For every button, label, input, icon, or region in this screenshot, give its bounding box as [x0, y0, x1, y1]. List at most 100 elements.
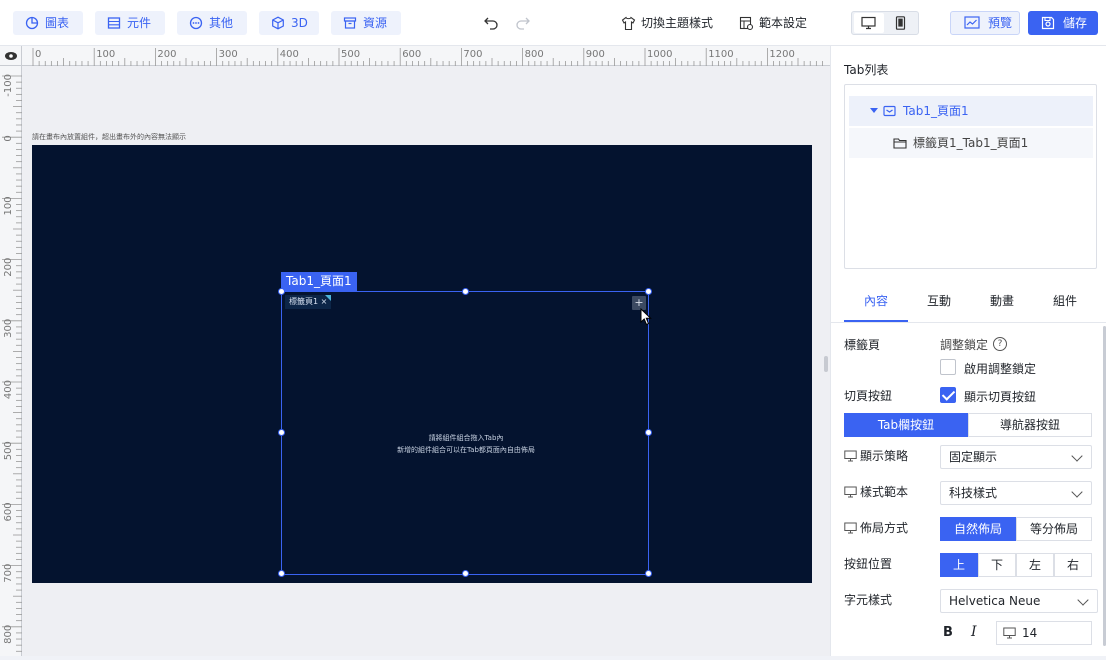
- bold-button[interactable]: B: [943, 625, 953, 640]
- resource-button-label: 資源: [363, 16, 388, 30]
- resize-handle-top-right[interactable]: [645, 288, 652, 295]
- canvas-area[interactable]: 請在畫布內放置組件，超出畫布外的內容無法顯示 Tab1_頁面1 標籤頁1 × +…: [22, 66, 830, 656]
- font-family-select[interactable]: Helvetica Neue: [940, 589, 1098, 613]
- ruler-label: 800: [3, 625, 14, 644]
- layout-equal-button[interactable]: 等分佈局: [1016, 517, 1092, 541]
- chart-button[interactable]: 圖表: [13, 11, 83, 35]
- canvas-hint: 請在畫布內放置組件，超出畫布外的內容無法顯示: [32, 133, 186, 141]
- navigator-button-type[interactable]: 導航器按鈕: [968, 413, 1092, 437]
- save-label: 儲存: [1063, 16, 1088, 30]
- cube-icon: [272, 16, 284, 30]
- chart-button-label: 圖表: [45, 16, 70, 30]
- horizontal-ruler-ticks: 0 100 200 300 400 500 600 700 800 900 1000 1100 1200: [32, 48, 823, 66]
- ruler-label: 700: [3, 564, 14, 583]
- undo-icon[interactable]: [483, 14, 499, 30]
- tree-item-tab1[interactable]: Tab1_頁面1: [849, 96, 1093, 126]
- shirt-icon: [621, 16, 636, 31]
- table-icon: [107, 17, 121, 29]
- tab-corner-mark: [325, 295, 332, 301]
- resize-handle-top-left[interactable]: [278, 288, 285, 295]
- 3d-button[interactable]: 3D: [259, 11, 319, 35]
- position-top-button[interactable]: 上: [940, 553, 978, 577]
- 3d-button-label: 3D: [291, 16, 308, 30]
- ruler-corner[interactable]: [0, 46, 22, 66]
- ruler-label: 400: [3, 380, 14, 399]
- theme-switch-button[interactable]: 切換主題樣式: [621, 12, 713, 34]
- layout-natural-button[interactable]: 自然佈局: [940, 517, 1016, 541]
- position-left-button[interactable]: 左: [1016, 553, 1054, 577]
- resize-handle-top[interactable]: [462, 288, 469, 295]
- resize-handle-bottom-right[interactable]: [645, 570, 652, 577]
- tab-content[interactable]: 內容: [844, 285, 908, 322]
- folder-icon: [893, 138, 907, 149]
- tablist-title: Tab列表: [844, 63, 889, 77]
- more-circle-icon: [189, 16, 203, 30]
- resource-button[interactable]: 資源: [331, 11, 401, 35]
- tree-item-tab1-label: Tab1_頁面1: [903, 104, 969, 118]
- component-button[interactable]: 元件: [95, 11, 165, 35]
- layout-label: 佈局方式: [860, 521, 909, 535]
- panel-splitter[interactable]: [824, 356, 828, 372]
- monitor-small-icon: [844, 486, 857, 498]
- ruler-label: 600: [402, 49, 421, 60]
- chart-preview-icon: [964, 16, 980, 29]
- position-bottom-button[interactable]: 下: [978, 553, 1016, 577]
- ruler-label: 600: [3, 502, 14, 521]
- empty-tab-hint-line2: 新增的組件組合可以在Tab都頁面內自由佈局: [397, 446, 535, 454]
- ruler-label: 900: [586, 49, 605, 60]
- preview-button[interactable]: 預覽: [950, 11, 1020, 35]
- other-button[interactable]: 其他: [177, 11, 247, 35]
- help-icon[interactable]: ?: [993, 337, 1007, 351]
- style-template-select[interactable]: 科技樣式: [940, 481, 1092, 505]
- caret-down-icon[interactable]: [870, 108, 878, 113]
- template-settings-button[interactable]: 範本設定: [739, 12, 807, 34]
- ruler-label: 200: [157, 49, 176, 60]
- tabpage-label: 標籤頁: [844, 338, 881, 352]
- ruler-label: 800: [525, 49, 544, 60]
- horizontal-ruler: 0 100 200 300 400 500 600 700 800 900 1000 1100 1200: [22, 46, 830, 66]
- save-button[interactable]: 儲存: [1028, 11, 1098, 35]
- resize-handle-bottom-left[interactable]: [278, 570, 285, 577]
- tab-animation[interactable]: 動畫: [970, 285, 1034, 322]
- font-family-value: Helvetica Neue: [949, 594, 1041, 608]
- top-toolbar: 圖表 元件 其他 3D 資源 切換主題樣式 範本設定 預覽 儲存: [0, 0, 1106, 46]
- phone-icon: [895, 16, 906, 30]
- font-size-value: 14: [1022, 626, 1038, 640]
- redo-icon[interactable]: [515, 14, 531, 30]
- resize-handle-left[interactable]: [278, 429, 285, 436]
- resize-handle-bottom[interactable]: [462, 570, 469, 577]
- position-right-button[interactable]: 右: [1054, 553, 1092, 577]
- enable-adjust-lock-checkbox[interactable]: [940, 359, 956, 375]
- resize-handle-right[interactable]: [645, 429, 652, 436]
- inner-tab-page[interactable]: 標籤頁1 ×: [285, 295, 332, 309]
- tab-component-label[interactable]: Tab1_頁面1: [281, 272, 357, 291]
- ruler-label: 1000: [647, 49, 672, 60]
- tree-item-tabpage1[interactable]: 標籤頁1_Tab1_頁面1: [849, 128, 1093, 158]
- vertical-ruler: -100 0 100 200 300 400 500 600 700 800: [0, 66, 22, 656]
- tree-item-tabpage1-label: 標籤頁1_Tab1_頁面1: [913, 136, 1029, 150]
- show-page-button-checkbox[interactable]: [940, 387, 956, 403]
- preview-label: 預覽: [988, 16, 1013, 30]
- display-strategy-row-label: 顯示策略: [844, 447, 908, 464]
- italic-button[interactable]: I: [971, 624, 977, 640]
- ruler-label: 100: [96, 49, 115, 60]
- style-template-value: 科技樣式: [949, 486, 998, 500]
- ruler-label: 1100: [708, 49, 733, 60]
- tab-component[interactable]: 標籤頁1 × + 請將組件組合拖入Tab內 新增的組件組合可以在Tab都頁面內自…: [278, 288, 652, 577]
- template-gear-icon: [739, 16, 754, 31]
- font-size-input[interactable]: 14: [996, 621, 1092, 645]
- ruler-label: 700: [463, 49, 482, 60]
- mobile-view-button[interactable]: [886, 13, 916, 33]
- show-page-button-label: 顯示切頁按鈕: [964, 390, 1037, 404]
- ruler-label: 0: [3, 135, 14, 141]
- canvas-stage[interactable]: Tab1_頁面1 標籤頁1 × + 請將組件組合拖入Tab內 新增的組件組合可以…: [32, 145, 812, 583]
- tab-components[interactable]: 組件: [1033, 285, 1097, 322]
- font-style-label: 字元樣式: [844, 593, 893, 607]
- other-button-label: 其他: [209, 16, 234, 30]
- empty-tab-hint-line1: 請將組件組合拖入Tab內: [428, 434, 504, 442]
- display-strategy-select[interactable]: 固定顯示: [940, 445, 1092, 469]
- tab-button-type[interactable]: Tab欄按鈕: [844, 413, 968, 437]
- desktop-view-button[interactable]: [854, 13, 884, 33]
- tab-interaction[interactable]: 互動: [907, 285, 971, 322]
- monitor-small-icon: [1003, 627, 1016, 639]
